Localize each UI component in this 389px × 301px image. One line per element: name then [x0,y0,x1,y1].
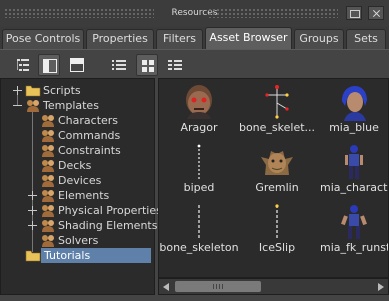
asset-tile-bone-skeleton[interactable]: bone_skeleton [159,201,239,261]
resource-tree[interactable]: Scripts Templates Characters Commands Co… [0,78,162,295]
list-view-button[interactable] [108,54,130,76]
expand-icon[interactable] [28,191,37,200]
split-vertical-button[interactable] [38,54,60,76]
close-window-button[interactable] [368,6,384,20]
asset-tile-iceslip[interactable]: IceSlip [239,201,315,261]
biped-skeleton-icon [197,144,201,181]
horizontal-scrollbar[interactable] [158,278,389,295]
template-icon [42,175,54,187]
tree-item-solvers[interactable]: Solvers [1,233,154,248]
tree-item-constraints[interactable]: Constraints [1,143,154,158]
tree-item-characters[interactable]: Characters [1,113,154,128]
tree-item-elements[interactable]: Elements [1,188,154,203]
tree-item-tutorials[interactable]: Tutorials [1,248,154,263]
collapse-icon[interactable] [13,101,22,110]
character-head-icon [186,85,212,119]
template-icon [42,220,54,232]
tab-groups[interactable]: Groups [294,29,344,49]
tree-item-templates[interactable]: Templates [1,98,154,113]
asset-tile-bone-skelet[interactable]: bone_skelet... [239,81,315,141]
expand-icon[interactable] [28,206,37,215]
character-head-icon [261,151,293,175]
skeleton-rig-icon [265,85,289,119]
tab-properties[interactable]: Properties [86,29,154,49]
character-head-icon [342,86,367,121]
detail-view-button[interactable] [164,54,186,76]
tab-filters[interactable]: Filters [156,29,203,49]
folder-icon [25,85,41,97]
bone-icon [198,205,200,239]
tab-sets[interactable]: Sets [346,29,386,49]
template-icon [42,160,54,172]
split-vertical-icon [43,59,57,73]
template-icon [42,115,54,127]
asset-grid[interactable]: Aragor bone_skelet... mia_blue biped Gre… [158,78,389,278]
thumbnail-view-button[interactable] [136,54,158,76]
thumbnail-view-icon [142,60,154,72]
folder-icon [25,250,41,262]
tab-bar: Pose Controls Properties Filters Asset B… [0,27,389,49]
float-window-button[interactable] [346,6,362,20]
toolbar [0,49,389,78]
drag-grip-right[interactable] [208,8,338,18]
character-figure-icon [345,145,363,179]
tree-item-physical-properties[interactable]: Physical Properties [1,203,162,218]
tree-item-shading-elements[interactable]: Shading Elements [1,218,157,233]
tree-view-icon [17,59,29,71]
list-view-icon [112,60,126,70]
scroll-left-icon[interactable] [161,281,173,293]
tree-item-scripts[interactable]: Scripts [1,83,154,98]
ice-slip-rig-icon [275,204,279,239]
tree-view-button[interactable] [12,54,34,76]
asset-tile-mia-fk-runst[interactable]: mia_fk_runst [316,201,388,261]
tree-item-decks[interactable]: Decks [1,158,154,173]
template-icon [42,235,54,247]
scrollbar-thumb[interactable] [175,281,261,292]
character-figure-icon [341,205,367,239]
tree-item-commands[interactable]: Commands [1,128,154,143]
template-icon [42,190,54,202]
tab-pose-controls[interactable]: Pose Controls [2,29,84,49]
template-icon [42,205,54,217]
template-icon [27,100,39,112]
asset-tile-biped[interactable]: biped [161,141,237,201]
tree-item-devices[interactable]: Devices [1,173,154,188]
tab-asset-browser[interactable]: Asset Browser [205,27,292,49]
expand-icon[interactable] [13,86,22,95]
asset-tile-gremlin[interactable]: Gremlin [239,141,315,201]
asset-tile-mia-blue[interactable]: mia_blue [316,81,388,141]
expand-icon[interactable] [28,221,37,230]
scroll-right-icon[interactable] [374,281,386,293]
split-horizontal-button[interactable] [66,54,88,76]
template-icon [42,145,54,157]
split-horizontal-icon [70,58,84,72]
template-icon [42,130,54,142]
title-bar[interactable]: Resources [0,0,389,27]
asset-tile-aragor[interactable]: Aragor [161,81,237,141]
detail-view-icon [168,60,182,70]
asset-tile-mia-characte[interactable]: mia_characte [316,141,388,201]
